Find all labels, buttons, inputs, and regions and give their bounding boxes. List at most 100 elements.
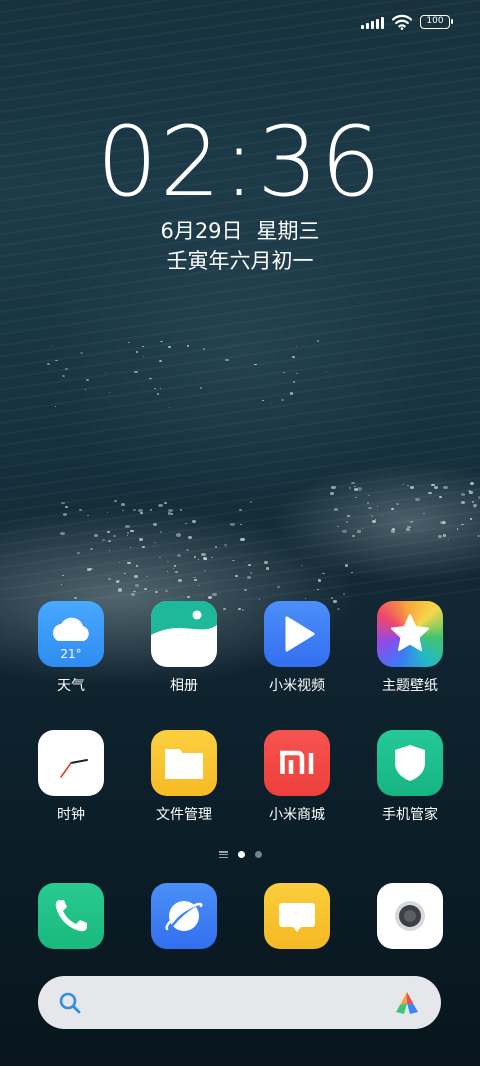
- foam-speck: [442, 534, 447, 537]
- foam-speck: [65, 506, 68, 508]
- foam-speck: [356, 487, 362, 491]
- phone-icon: [38, 883, 104, 949]
- foam-speck: [461, 493, 465, 496]
- foam-speck: [405, 527, 411, 531]
- foam-speck: [351, 481, 355, 484]
- app-mi-store[interactable]: 小米商城: [247, 730, 347, 824]
- app-label: 文件管理: [156, 807, 212, 823]
- app-mi-video[interactable]: 小米视频: [247, 601, 347, 695]
- foam-speck: [157, 503, 163, 507]
- foam-speck: [164, 501, 168, 504]
- foam-speck: [120, 502, 125, 506]
- foam-speck: [87, 514, 89, 516]
- app-file-manager[interactable]: 文件管理: [134, 730, 234, 824]
- foam-speck: [258, 598, 260, 600]
- foam-speck: [410, 485, 415, 489]
- weather-temp: 21°: [60, 647, 82, 661]
- app-gallery[interactable]: 相册: [134, 601, 234, 695]
- wifi-icon: [392, 14, 412, 30]
- foam-speck: [264, 561, 268, 564]
- foam-speck: [201, 552, 206, 556]
- foam-speck: [171, 513, 174, 515]
- foam-speck: [381, 514, 383, 516]
- foam-speck: [193, 578, 197, 581]
- foam-speck: [330, 492, 335, 495]
- foam-speck: [133, 590, 136, 593]
- foam-speck: [460, 501, 465, 504]
- app-themes[interactable]: 主题壁纸: [360, 601, 460, 695]
- foam-speck: [277, 585, 280, 588]
- foam-speck: [141, 345, 144, 347]
- foam-speck: [168, 406, 171, 408]
- dock-camera[interactable]: [360, 883, 460, 949]
- folder-icon: [151, 730, 217, 796]
- foam-speck: [317, 579, 322, 582]
- app-weather[interactable]: 21° 天气: [21, 601, 121, 695]
- app-label: 时钟: [57, 807, 85, 823]
- foam-speck: [60, 531, 66, 535]
- foam-speck: [175, 571, 178, 573]
- foam-speck: [354, 485, 356, 487]
- page-indicator[interactable]: [0, 851, 480, 858]
- foam-speck: [438, 534, 443, 538]
- foam-speck: [191, 520, 196, 524]
- foam-speck: [202, 348, 206, 350]
- foam-speck: [107, 531, 110, 533]
- foam-speck: [165, 590, 168, 592]
- gallery-icon: [151, 601, 217, 667]
- camera-icon: [377, 883, 443, 949]
- foam-speck: [476, 534, 480, 537]
- dock-phone[interactable]: [21, 883, 121, 949]
- video-icon: [264, 601, 330, 667]
- foam-speck: [201, 594, 203, 596]
- foam-speck: [159, 387, 161, 389]
- foam-speck: [225, 358, 229, 361]
- dock-messages[interactable]: [247, 883, 347, 949]
- app-clock[interactable]: 时钟: [21, 730, 121, 824]
- foam-speck: [295, 345, 297, 347]
- foam-speck: [345, 521, 349, 523]
- foam-speck: [368, 506, 372, 510]
- foam-speck: [175, 533, 181, 537]
- weather-icon: 21°: [38, 601, 104, 667]
- lock-clock[interactable]: 02:36: [0, 112, 480, 212]
- weekday-text: 星期三: [256, 219, 320, 243]
- foam-speck: [342, 592, 346, 595]
- foam-speck: [125, 524, 130, 528]
- foam-speck: [248, 563, 252, 566]
- search-bar[interactable]: [38, 976, 441, 1029]
- themes-icon: [377, 601, 443, 667]
- foam-speck: [167, 512, 171, 515]
- foam-speck: [396, 502, 399, 505]
- foam-speck: [150, 509, 153, 511]
- foam-speck: [229, 522, 235, 527]
- foam-speck: [128, 342, 130, 344]
- foam-speck: [357, 530, 361, 533]
- app-label: 小米视频: [269, 678, 325, 694]
- foam-speck: [374, 518, 377, 520]
- foam-speck: [167, 346, 171, 349]
- status-bar: 100: [361, 12, 453, 32]
- foam-speck: [238, 607, 242, 610]
- battery-indicator: 100: [420, 15, 453, 29]
- cellular-signal-icon: [361, 15, 384, 29]
- foam-speck: [117, 588, 123, 592]
- feed-page-icon: [218, 851, 228, 858]
- foam-speck: [474, 506, 477, 508]
- foam-speck: [127, 532, 130, 534]
- assistant-icon[interactable]: [393, 990, 421, 1016]
- page-dot-active: [237, 851, 245, 858]
- foam-speck: [152, 545, 154, 547]
- foam-speck: [371, 519, 376, 523]
- app-label: 手机管家: [382, 807, 438, 823]
- app-label: 主题壁纸: [382, 678, 438, 694]
- dock-browser[interactable]: [134, 883, 234, 949]
- app-label: 天气: [57, 678, 85, 694]
- foam-speck: [134, 575, 138, 578]
- app-security[interactable]: 手机管家: [360, 730, 460, 824]
- foam-speck: [154, 541, 156, 543]
- foam-speck: [355, 496, 357, 498]
- foam-speck: [176, 554, 181, 557]
- foam-speck: [199, 387, 202, 389]
- app-label: 小米商城: [269, 807, 325, 823]
